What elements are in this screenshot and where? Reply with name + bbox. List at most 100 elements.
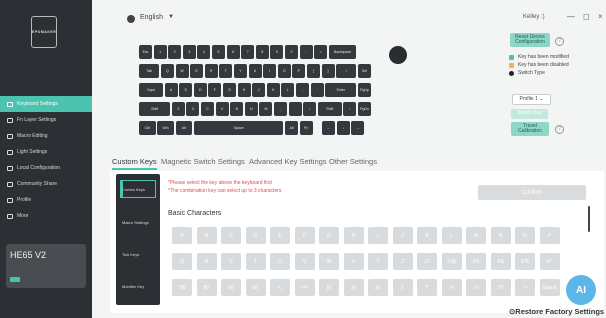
character-key[interactable]: F (294, 227, 315, 244)
menu-item-modifier-key[interactable]: Modifier Key (122, 284, 144, 289)
character-key[interactable]: '/" (417, 279, 437, 296)
keyboard-key[interactable]: Alt (175, 121, 193, 135)
keyboard-key[interactable]: Y (233, 64, 247, 78)
keyboard-key[interactable]: Tab (139, 64, 160, 78)
keyboard-key[interactable]: ↓ (336, 121, 350, 135)
keyboard-key[interactable]: U (248, 64, 262, 78)
character-key[interactable]: 1/! (417, 253, 437, 270)
character-key[interactable]: 2/@ (441, 253, 462, 270)
character-key[interactable]: K (417, 227, 437, 244)
character-key[interactable]: E (270, 227, 290, 244)
maximize-icon[interactable]: ◻ (583, 12, 590, 21)
keyboard-key[interactable]: PgDn (358, 102, 371, 116)
travel-calibration-button[interactable]: Travel Calibration (511, 122, 549, 136)
keyboard-key[interactable]: Space (193, 121, 284, 135)
character-key[interactable]: C (221, 227, 241, 244)
character-key[interactable]: J (392, 227, 413, 244)
keyboard-key[interactable]: , (274, 102, 288, 116)
keyboard-key[interactable]: R (204, 64, 218, 78)
keyboard-key[interactable]: Esc (139, 45, 152, 59)
confirm-button[interactable]: Confirm (478, 185, 586, 200)
character-key[interactable]: ,/< (441, 279, 462, 296)
character-key[interactable]: ]/} (343, 279, 364, 296)
keyboard-key[interactable]: K (266, 83, 280, 97)
character-key[interactable]: 6/^ (539, 253, 560, 270)
sidebar-item-profile[interactable]: Profile (0, 192, 92, 208)
character-key[interactable]: ./> (466, 279, 486, 296)
keyboard-key[interactable]: P (292, 64, 306, 78)
minimize-icon[interactable]: — (567, 12, 575, 21)
keyboard-key[interactable]: F (208, 83, 222, 97)
sidebar-item-keyboard-settings[interactable]: Keyboard Settings (0, 96, 92, 112)
keyboard-key[interactable]: B (230, 102, 244, 116)
character-key[interactable]: =/+ (294, 279, 315, 296)
sidebar-item-light[interactable]: Light Settings (0, 144, 92, 160)
menu-item-tick-keys[interactable]: Tick Keys (122, 252, 139, 257)
keyboard-key[interactable]: Q (160, 64, 174, 78)
keyboard-key[interactable]: . (288, 102, 302, 116)
character-key[interactable]: X (343, 253, 364, 270)
reset-config-button[interactable]: Reset Device Configuration (510, 33, 550, 47)
keyboard-key[interactable]: H (237, 83, 251, 97)
keyboard-key[interactable]: Fn (299, 121, 313, 135)
character-key[interactable]: \/| (368, 279, 388, 296)
keyboard-key[interactable]: Caps (139, 83, 163, 97)
keyboard-key[interactable]: 5 (212, 45, 225, 59)
character-key[interactable]: Z (392, 253, 413, 270)
sidebar-item-more[interactable]: More (0, 208, 92, 224)
keyboard-key[interactable]: N (244, 102, 258, 116)
sidebar-item-macro[interactable]: Macro Editing (0, 128, 92, 144)
keyboard-key[interactable]: G (222, 83, 236, 97)
keyboard-key[interactable]: = (314, 45, 328, 59)
keyboard-key[interactable]: A (164, 83, 178, 97)
profile-select[interactable]: Profile 1 ⌄ (512, 94, 551, 105)
character-key[interactable]: D (245, 227, 266, 244)
character-key[interactable]: R (196, 253, 217, 270)
character-key[interactable]: 4/$ (490, 253, 511, 270)
keyboard-key[interactable]: 4 (197, 45, 211, 59)
language-select[interactable]: English (140, 14, 163, 21)
keyboard-key[interactable]: Backspace (328, 45, 357, 59)
character-key[interactable]: O (515, 227, 535, 244)
keyboard-key[interactable]: / (303, 102, 317, 116)
keyboard-key[interactable]: Del (358, 64, 371, 78)
keyboard-key[interactable]: ] (321, 64, 335, 78)
character-key[interactable]: //? (490, 279, 511, 296)
character-key[interactable]: 9/( (221, 279, 241, 296)
character-key[interactable]: H (343, 227, 364, 244)
keyboard-key[interactable]: O (277, 64, 291, 78)
keyboard-key[interactable]: X (186, 102, 200, 116)
keyboard-key[interactable]: C (201, 102, 215, 116)
sidebar-item-community[interactable]: Community Share (0, 176, 92, 192)
keyboard-key[interactable]: M (259, 102, 273, 116)
sidebar-item-fn-layer[interactable]: Fn Layer Settings (0, 112, 92, 128)
character-key[interactable]: P (539, 227, 560, 244)
character-key[interactable]: 0/) (245, 279, 266, 296)
menu-item-combo-keys[interactable]: Combo Keys (122, 187, 145, 192)
character-key[interactable]: M (466, 227, 486, 244)
keyboard-key[interactable]: Shift (139, 102, 171, 116)
help-icon[interactable]: ? (555, 125, 564, 134)
tab-custom-keys[interactable]: Custom Keys (112, 157, 157, 170)
character-key[interactable]: Y (368, 253, 388, 270)
chevron-down-icon[interactable]: ▼ (168, 14, 174, 20)
keyboard-key[interactable]: V (215, 102, 229, 116)
keyboard-key[interactable]: Win (157, 121, 174, 135)
character-key[interactable]: -/_ (270, 279, 290, 296)
keyboard-key[interactable]: ↑ (343, 102, 357, 116)
character-key[interactable]: [/{ (319, 279, 339, 296)
character-key[interactable]: B (196, 227, 217, 244)
character-key[interactable]: G (319, 227, 339, 244)
character-key[interactable]: Q (172, 253, 192, 270)
keyboard-key[interactable]: D (193, 83, 207, 97)
keyboard-key[interactable]: Enter (325, 83, 357, 97)
character-key[interactable]: W (319, 253, 339, 270)
keyboard-key[interactable]: 8 (255, 45, 269, 59)
character-key[interactable]: N (490, 227, 511, 244)
keyboard-key[interactable]: - (299, 45, 313, 59)
keyboard-key[interactable]: Alt (285, 121, 298, 135)
character-key[interactable]: `/~ (515, 279, 535, 296)
character-key[interactable]: ;/: (392, 279, 413, 296)
character-key[interactable]: L (441, 227, 462, 244)
scrollbar[interactable] (588, 206, 590, 232)
